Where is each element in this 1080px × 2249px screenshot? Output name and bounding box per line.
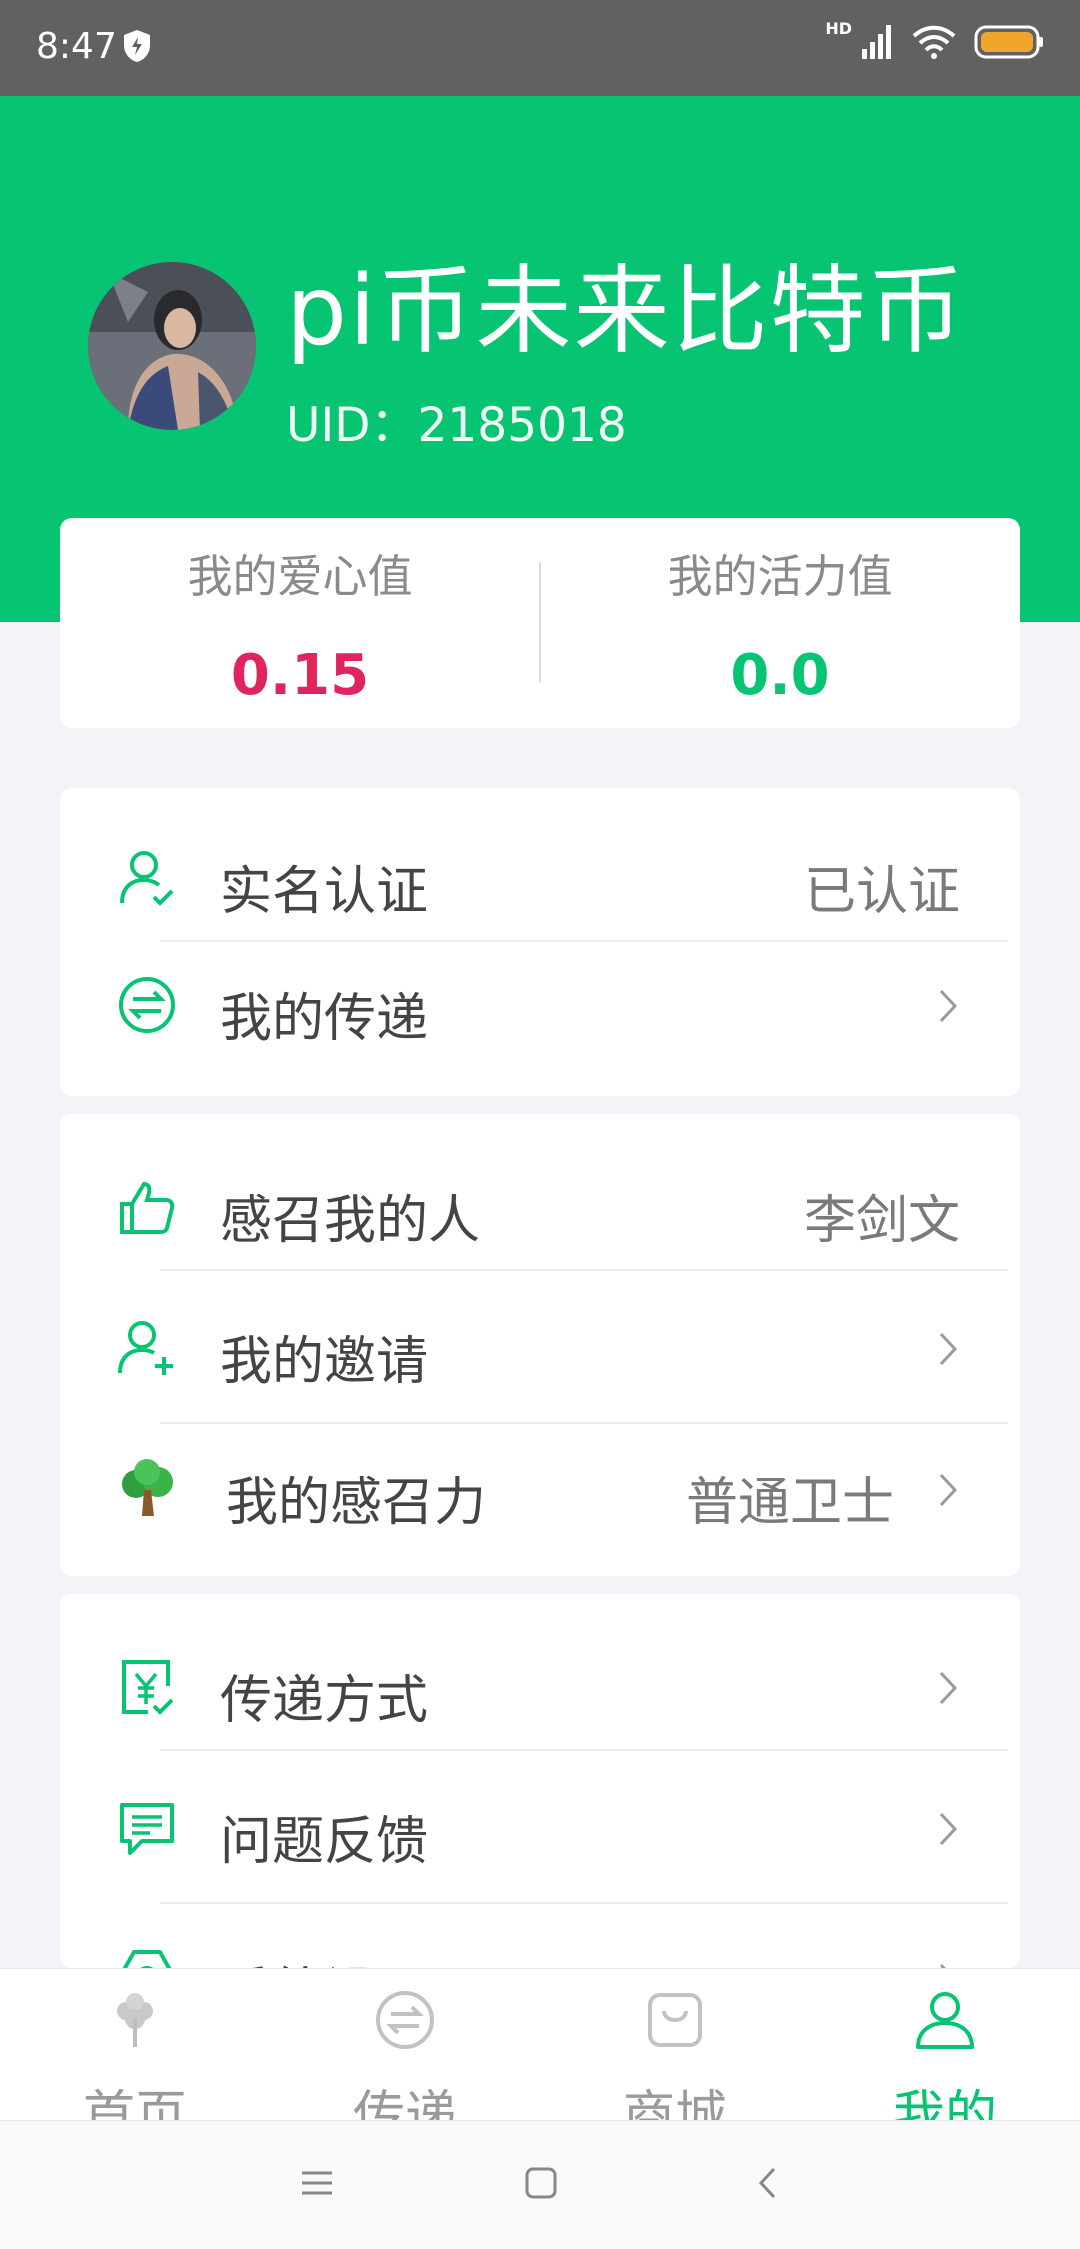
- menu-item-label: 问题反馈: [220, 1812, 429, 1872]
- vitality-value-stat[interactable]: 我的活力值 0.0: [540, 518, 1020, 728]
- shopping-bag-icon: [648, 1993, 702, 2047]
- hd-label: HD: [825, 18, 852, 38]
- menu-item-label: 我的邀请: [220, 1332, 429, 1392]
- payment-icon: [122, 1660, 174, 1715]
- user-add-icon: [118, 1321, 173, 1375]
- avatar[interactable]: [88, 262, 256, 430]
- menu-item-my-influence[interactable]: 我的感召力 普通卫士: [60, 1424, 1020, 1564]
- transfer-icon: [376, 1991, 434, 2049]
- referral-section: 感召我的人 李剑文 我的邀请 我的感召力 普通卫士: [60, 1114, 1020, 1576]
- settings-icon: [122, 1950, 172, 1968]
- message-icon: [120, 1803, 174, 1855]
- menu-icon[interactable]: [300, 2165, 334, 2201]
- influence-level: 普通卫士: [685, 1473, 894, 1533]
- wifi-icon: [912, 25, 956, 59]
- avatar-image: [88, 262, 256, 430]
- tree-icon: [122, 1459, 173, 1516]
- menu-item-transfer-method[interactable]: 传递方式: [60, 1624, 1020, 1751]
- chevron-right-icon: [939, 1473, 958, 1507]
- uid-label: UID：2185018: [286, 398, 627, 453]
- menu-item-real-name[interactable]: 实名认证 已认证: [60, 815, 1020, 942]
- verified-status: 已认证: [803, 862, 960, 922]
- battery-icon: [974, 25, 1043, 59]
- tab-mine[interactable]: 我的: [810, 1969, 1080, 2146]
- menu-item-label: 传递方式: [220, 1671, 429, 1731]
- menu-item-my-invitations[interactable]: 我的邀请: [60, 1271, 1020, 1424]
- chevron-right-icon: [939, 1332, 958, 1366]
- referrer-name: 李剑文: [803, 1191, 960, 1251]
- menu-item-my-transfer[interactable]: 我的传递: [60, 942, 1020, 1069]
- menu-item-label: 感召我的人: [220, 1191, 481, 1251]
- status-time: 8:47: [36, 26, 117, 67]
- menu-item-label: 实名认证: [220, 862, 429, 922]
- menu-item-label: 我的传递: [220, 989, 429, 1049]
- chevron-right-icon: [939, 1812, 958, 1846]
- tree-outline-icon: [117, 1993, 153, 2047]
- back-icon[interactable]: [756, 2165, 780, 2201]
- love-value-stat[interactable]: 我的爱心值 0.15: [60, 518, 540, 728]
- stats-card: 我的爱心值 0.15 我的活力值 0.0: [60, 518, 1020, 728]
- tab-mall[interactable]: 商城: [540, 1969, 810, 2146]
- vitality-value: 0.0: [730, 643, 830, 708]
- signal-icon: [862, 25, 891, 59]
- chevron-right-icon: [939, 989, 958, 1023]
- chevron-right-icon: [939, 1671, 958, 1705]
- shield-icon: [124, 30, 150, 62]
- home-square-icon[interactable]: [524, 2165, 558, 2201]
- menu-item-feedback[interactable]: 问题反馈: [60, 1751, 1020, 1904]
- nickname: pi币未来比特币: [286, 255, 966, 367]
- user-check-icon: [120, 851, 174, 906]
- status-bar: 8:47 HD: [0, 0, 1080, 96]
- user-icon: [916, 1992, 974, 2049]
- tab-home[interactable]: 首页: [0, 1969, 270, 2146]
- love-value: 0.15: [230, 643, 370, 708]
- thumbs-up-icon: [120, 1181, 175, 1234]
- settings-section: 传递方式 问题反馈 系统设置: [60, 1594, 1020, 1968]
- menu-item-label: 我的感召力: [226, 1473, 487, 1533]
- tab-transfer[interactable]: 传递: [270, 1969, 540, 2146]
- system-nav-bar: [0, 2120, 1080, 2249]
- vitality-value-label: 我的活力值: [667, 550, 893, 603]
- bottom-tab-bar: 首页 传递 商城 我的: [0, 1968, 1080, 2146]
- menu-item-settings[interactable]: 系统设置: [60, 1904, 1020, 1968]
- menu-item-label: 系统设置: [220, 1950, 428, 1968]
- menu-item-referrer[interactable]: 感召我的人 李剑文: [60, 1144, 1020, 1271]
- love-value-label: 我的爱心值: [187, 550, 413, 603]
- account-section: 实名认证 已认证 我的传递: [60, 788, 1020, 1096]
- transfer-icon: [119, 977, 175, 1033]
